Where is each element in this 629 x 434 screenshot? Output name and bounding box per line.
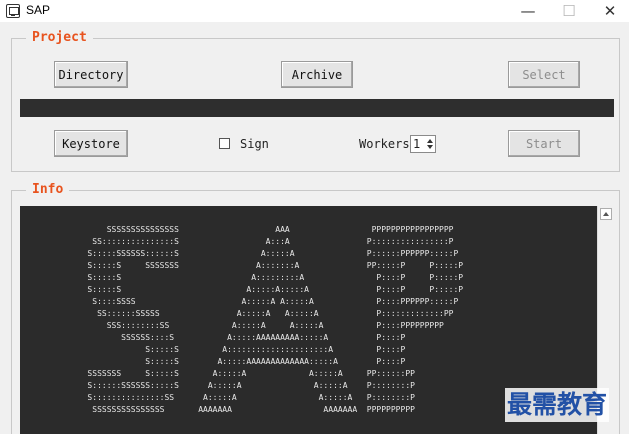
keystore-button[interactable]: Keystore — [54, 130, 128, 157]
ascii-logo-text: SSSSSSSSSSSSSSS AAA PPPPPPPPPPPPPPPPP SS… — [87, 225, 464, 414]
start-button[interactable]: Start — [508, 130, 580, 157]
sign-checkbox[interactable] — [219, 138, 230, 149]
spin-up-icon[interactable] — [427, 139, 433, 143]
app-window-icon — [6, 4, 20, 18]
workers-spin-arrows[interactable] — [426, 136, 435, 152]
path-display-field[interactable] — [20, 99, 614, 117]
scroll-up-icon[interactable] — [600, 208, 612, 220]
title-bar: SAP — ☐ ✕ — [0, 0, 629, 22]
project-legend: Project — [26, 30, 93, 45]
archive-button[interactable]: Archive — [281, 61, 353, 88]
maximize-button: ☐ — [562, 2, 576, 20]
minimize-button[interactable]: — — [508, 0, 548, 22]
window-title: SAP — [26, 3, 51, 17]
workers-label: Workers: — [359, 137, 417, 151]
sign-label: Sign — [240, 137, 269, 151]
select-button[interactable]: Select — [508, 61, 580, 88]
directory-button[interactable]: Directory — [54, 61, 128, 88]
info-legend: Info — [26, 182, 70, 197]
watermark-logo: 最需教育 — [505, 388, 610, 422]
spin-down-icon[interactable] — [427, 145, 433, 149]
close-button[interactable]: ✕ — [590, 0, 629, 22]
